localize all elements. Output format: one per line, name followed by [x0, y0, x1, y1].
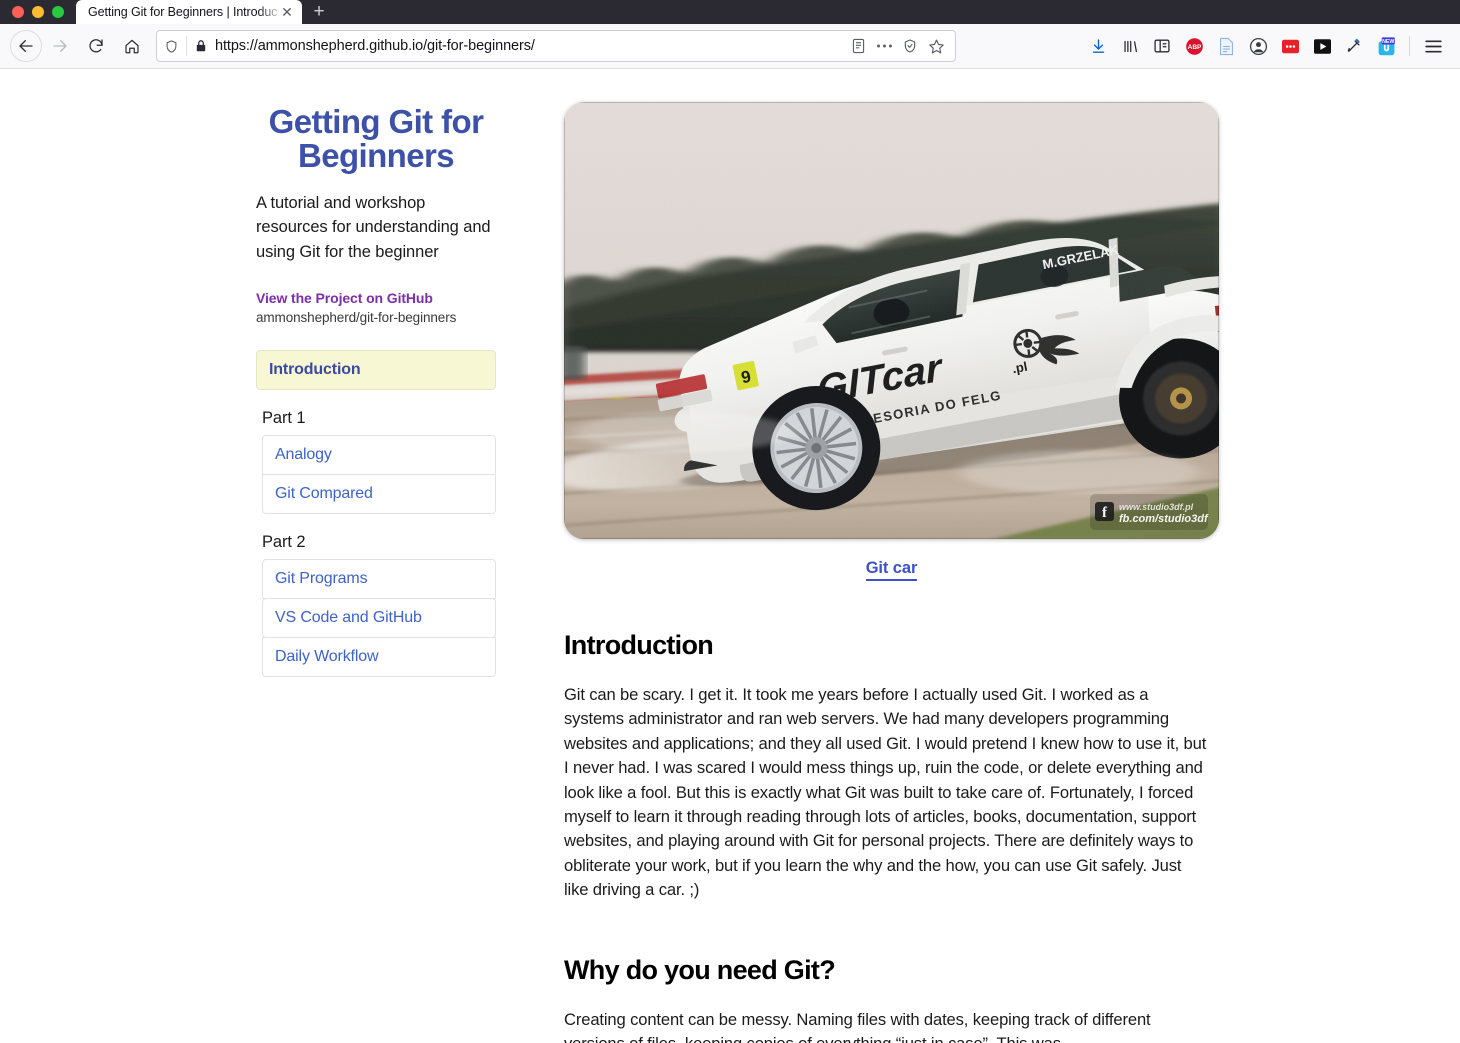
svg-text:www.studio3df.pl: www.studio3df.pl — [1119, 502, 1194, 512]
video-play-icon[interactable] — [1307, 31, 1337, 61]
window-controls — [0, 0, 76, 24]
hero-figure: M.GRZELAK GITcar .pl www. AKCESORIA DO F… — [564, 102, 1219, 581]
tracking-protection-shield-icon[interactable] — [157, 36, 187, 56]
toolbar-divider — [1409, 36, 1410, 56]
sidebar-item-git-programs[interactable]: Git Programs — [262, 559, 496, 600]
git-car-illustration: M.GRZELAK GITcar .pl www. AKCESORIA DO F… — [564, 102, 1219, 539]
browser-tab[interactable]: Getting Git for Beginners | Introduct ✕ — [76, 0, 302, 24]
svg-text:ABP: ABP — [1187, 44, 1201, 51]
sidebar-item-introduction[interactable]: Introduction — [256, 350, 496, 391]
nav-group-label-part-1: Part 1 — [262, 409, 306, 428]
section-heading-why-git: Why do you need Git? — [564, 954, 836, 985]
address-bar[interactable]: https://ammonshepherd.github.io/git-for-… — [156, 30, 956, 62]
github-repo-name: ammonshepherd/git-for-beginners — [256, 310, 457, 326]
back-button[interactable] — [10, 30, 42, 62]
reader-document-icon[interactable] — [1211, 31, 1241, 61]
svg-text:NEW: NEW — [1382, 38, 1394, 44]
tab-title: Getting Git for Beginners | Introduct — [88, 5, 278, 19]
nav-group-part-2: Git Programs VS Code and GitHub Daily Wo… — [262, 559, 496, 678]
bookmark-star-icon[interactable] — [923, 38, 949, 55]
close-window-button[interactable] — [12, 6, 24, 18]
reader-view-icon[interactable] — [845, 38, 871, 54]
page-actions-icon[interactable] — [871, 43, 897, 49]
photo-watermark: f www.studio3df.pl fb.com/studio3df — [1090, 494, 1209, 530]
pocket-red-icon[interactable] — [1275, 31, 1305, 61]
tab-strip: Getting Git for Beginners | Introduct ✕ … — [0, 0, 1460, 24]
hero-caption[interactable]: Git car — [564, 559, 1219, 581]
page-sidebar: Getting Git for Beginners A tutorial and… — [256, 69, 496, 1043]
account-circle-icon[interactable] — [1243, 31, 1273, 61]
sidebar-nav: Introduction Part 1 Analogy Git Compared… — [256, 350, 496, 678]
app-menu-icon[interactable] — [1418, 31, 1448, 61]
section-heading-introduction: Introduction — [564, 630, 714, 660]
nav-group-label-part-2: Part 2 — [262, 533, 306, 552]
tab-close-icon[interactable]: ✕ — [278, 3, 296, 21]
browser-window: Getting Git for Beginners | Introduct ✕ … — [0, 0, 1460, 1043]
reload-button[interactable] — [78, 30, 114, 62]
nav-group-part-1: Analogy Git Compared — [262, 435, 496, 515]
sidebar-item-daily-workflow[interactable]: Daily Workflow — [262, 637, 496, 678]
section-paragraph-why-git: Creating content can be messy. Naming fi… — [564, 1009, 1151, 1043]
page-title: Getting Git for Beginners — [268, 103, 484, 174]
home-button[interactable] — [114, 30, 150, 62]
page-main-content: M.GRZELAK GITcar .pl www. AKCESORIA DO F… — [496, 69, 1460, 1043]
git-car-photo: M.GRZELAK GITcar .pl www. AKCESORIA DO F… — [564, 102, 1219, 539]
page-viewport: Getting Git for Beginners A tutorial and… — [0, 69, 1460, 1043]
eyedropper-icon[interactable] — [1339, 31, 1369, 61]
hero-caption-link[interactable]: Git car — [865, 559, 917, 581]
extensions-toolbar: ABP NEW — [1083, 31, 1450, 61]
library-icon[interactable] — [1115, 31, 1145, 61]
adblock-plus-icon[interactable]: ABP — [1179, 31, 1209, 61]
sidebar-item-analogy[interactable]: Analogy — [262, 435, 496, 476]
sidebar-icon[interactable] — [1147, 31, 1177, 61]
forward-button[interactable] — [42, 30, 78, 62]
section-paragraph-introduction: Git can be scary. I get it. It took me y… — [564, 685, 1207, 900]
shield-check-icon[interactable] — [897, 38, 923, 54]
navigation-toolbar: https://ammonshepherd.github.io/git-for-… — [0, 24, 1460, 69]
site-description: A tutorial and workshop resources for un… — [256, 193, 491, 261]
sidebar-item-git-compared[interactable]: Git Compared — [262, 474, 496, 515]
url-text: https://ammonshepherd.github.io/git-for-… — [215, 38, 535, 54]
zoom-window-button[interactable] — [52, 6, 64, 18]
svg-text:fb.com/studio3df: fb.com/studio3df — [1119, 513, 1209, 525]
github-project-link[interactable]: View the Project on GitHub — [256, 290, 433, 306]
minimize-window-button[interactable] — [32, 6, 44, 18]
sidebar-item-vs-code-and-github[interactable]: VS Code and GitHub — [262, 598, 496, 639]
new-badge-extension-icon[interactable]: NEW — [1371, 31, 1401, 61]
new-tab-button[interactable]: + — [302, 0, 336, 24]
downloads-icon[interactable] — [1083, 31, 1113, 61]
lock-icon[interactable] — [187, 39, 215, 53]
